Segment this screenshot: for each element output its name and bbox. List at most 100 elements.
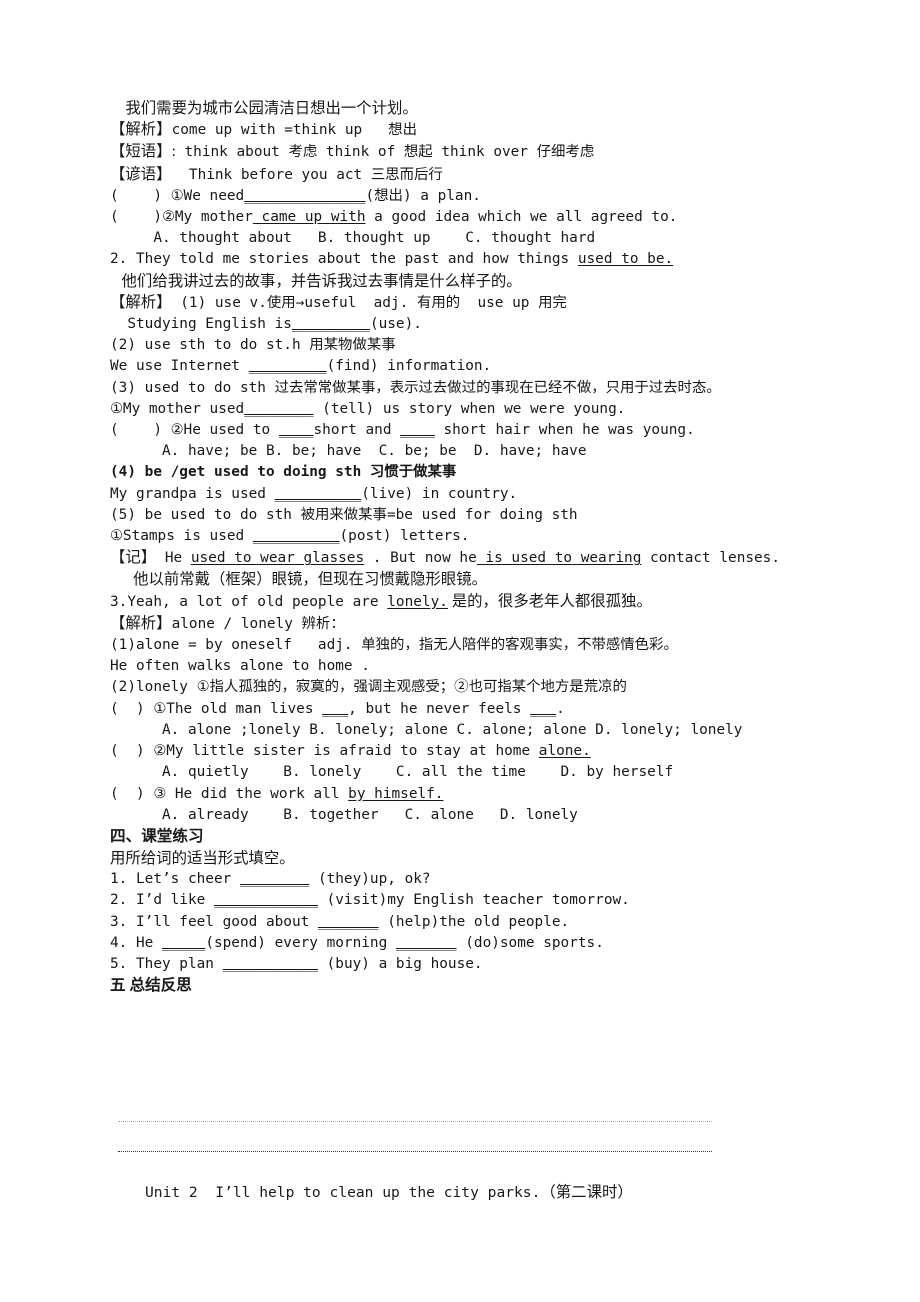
line-chinese-translation: 他以前常戴（框架）眼镜，但现在习惯戴隐形眼镜。 bbox=[110, 571, 488, 589]
line-text: (post) letters. bbox=[339, 528, 470, 545]
text-line: 我们需要为城市公园清洁日想出一个计划。 bbox=[110, 98, 870, 119]
line-text: (find) information. bbox=[326, 358, 492, 375]
line-text: (2) use sth to do st.h 用某物做某事 bbox=[110, 337, 396, 354]
line-text: 5. They plan bbox=[110, 955, 223, 972]
label-ji: 【记】 bbox=[110, 549, 157, 567]
line-text: A. quietly B. lonely C. all the time D. … bbox=[110, 764, 674, 781]
underlined-phrase: came up with bbox=[252, 209, 366, 226]
fill-blank[interactable]: ________ bbox=[240, 871, 309, 887]
exercise-line: ( ) ①We need______________(想出) a plan. bbox=[110, 186, 870, 207]
options-line: A. quietly B. lonely C. all the time D. … bbox=[110, 762, 870, 783]
fill-blank[interactable]: _________ bbox=[249, 358, 327, 374]
line-text: Think before you act 三思而后行 bbox=[171, 166, 443, 183]
line-text: (do)some sports. bbox=[456, 934, 604, 951]
fill-blank[interactable]: ___ bbox=[530, 701, 556, 717]
line-text: He often walks alone to home . bbox=[110, 658, 370, 675]
options-line: A. thought about B. thought up C. though… bbox=[110, 228, 870, 249]
line-text: 4. He bbox=[110, 934, 162, 951]
exercise-line: ①Stamps is used __________(post) letters… bbox=[110, 526, 870, 547]
text-line: 【记】 He used to wear glasses . But now he… bbox=[110, 547, 870, 569]
text-line: (5) be used to do sth 被用来做某事=be used for… bbox=[110, 505, 870, 526]
fill-blank[interactable]: _______ bbox=[396, 935, 457, 951]
exercise-line: 4. He _____(spend) every morning _______… bbox=[110, 933, 870, 954]
line-text: A. alone ;lonely B. lonely; alone C. alo… bbox=[110, 721, 743, 738]
exercise-line: 5. They plan ___________ (buy) a big hou… bbox=[110, 954, 870, 975]
next-lesson-title-cn: （第二课时） bbox=[540, 1184, 633, 1201]
line-text: (1)alone = by oneself adj. 单独的，指无人陪伴的客观事… bbox=[110, 637, 678, 654]
label-jiexi: 【解析】 bbox=[110, 614, 172, 632]
line-text: He bbox=[156, 550, 191, 567]
exercise-line: My grandpa is used __________(live) in c… bbox=[110, 484, 870, 505]
line-text: 2. I’d like bbox=[110, 892, 214, 909]
line-text: ( ) ②He used to bbox=[110, 422, 279, 439]
line-text: (5) be used to do sth 被用来做某事=be used for… bbox=[110, 506, 578, 523]
line-text: (想出) a plan. bbox=[365, 187, 481, 204]
text-line: (2)lonely ①指人孤独的，寂寞的，强调主观感受；②也可指某个地方是荒凉的 bbox=[110, 677, 870, 698]
underlined-phrase: used to wear glasses bbox=[190, 550, 365, 567]
exercise-line: 1. Let’s cheer ________ (they)up, ok? bbox=[110, 869, 870, 890]
line-text: (live) in country. bbox=[361, 485, 518, 502]
line-chinese-instruction: 用所给词的适当形式填空。 bbox=[110, 849, 295, 867]
exercise-line: We use Internet _________(find) informat… bbox=[110, 356, 870, 377]
text-line: (1)alone = by oneself adj. 单独的，指无人陪伴的客观事… bbox=[110, 635, 870, 656]
text-line: (2) use sth to do st.h 用某物做某事 bbox=[110, 335, 870, 356]
fill-blank[interactable]: ____ bbox=[400, 422, 435, 438]
line-text: (buy) a big house. bbox=[317, 955, 483, 972]
text-line: 【解析】alone / lonely 辨析： bbox=[110, 613, 870, 635]
section-heading-5: 五 总结反思 bbox=[110, 975, 870, 997]
fill-blank[interactable]: _________ bbox=[292, 316, 370, 332]
exercise-line: Studying English is_________(use). bbox=[110, 314, 870, 335]
line-text: ( )②My mother bbox=[110, 209, 253, 226]
text-line: 他以前常戴（框架）眼镜，但现在习惯戴隐形眼镜。 bbox=[110, 569, 870, 590]
text-line: He often walks alone to home . bbox=[110, 656, 870, 677]
line-text: ①My mother used bbox=[110, 400, 245, 417]
text-line: 【短语】: think about 考虑 think of 想起 think o… bbox=[110, 141, 870, 163]
line-chinese-translation: 我们需要为城市公园清洁日想出一个计划。 bbox=[110, 100, 418, 117]
line-text: 3.Yeah, a lot of old people are bbox=[110, 593, 388, 610]
exercise-line: 2. I’d like ____________ (visit)my Engli… bbox=[110, 890, 870, 911]
instruction-line: 用所给词的适当形式填空。 bbox=[110, 848, 870, 869]
text-line: (4) be /get used to doing sth 习惯于做某事 bbox=[110, 462, 870, 483]
heading-text: 五 总结反思 bbox=[110, 977, 192, 995]
line-text: (2)lonely ①指人孤独的，寂寞的，强调主观感受；②也可指某个地方是荒凉的 bbox=[110, 679, 627, 696]
fill-blank[interactable]: _____ bbox=[162, 935, 205, 951]
fill-blank[interactable]: ________ bbox=[244, 401, 313, 417]
underlined-phrase: lonely. bbox=[387, 593, 448, 610]
line-text: contact lenses. bbox=[641, 550, 781, 567]
fill-blank[interactable]: ______________ bbox=[244, 188, 365, 204]
exercise-line: ( ) ②He used to ____short and ____ short… bbox=[110, 420, 870, 441]
label-duanyu: 【短语】: bbox=[110, 143, 176, 161]
line-text: (visit)my English teacher tomorrow. bbox=[317, 892, 630, 909]
text-line: (3) used to do sth 过去常常做某事，表示过去做过的事现在已经不… bbox=[110, 378, 870, 399]
line-text: ( ) ③ He did the work all bbox=[110, 785, 349, 802]
exercise-line: 2. They told me stories about the past a… bbox=[110, 249, 870, 270]
text-line: 【解析】 (1) use v.使用→useful adj. 有用的 use up… bbox=[110, 292, 870, 314]
fill-blank[interactable]: _______ bbox=[318, 914, 379, 930]
line-text: alone / lonely 辨析： bbox=[171, 615, 345, 632]
fill-blank[interactable]: __________ bbox=[275, 486, 362, 502]
answer-rules bbox=[118, 1121, 712, 1152]
label-jiexi: 【解析】 bbox=[110, 293, 172, 311]
exercise-line: ( ) ①The old man lives ___, but he never… bbox=[110, 699, 870, 720]
line-text: a good idea which we all agreed to. bbox=[365, 209, 678, 226]
options-line: A. alone ;lonely B. lonely; alone C. alo… bbox=[110, 720, 870, 741]
fill-blank[interactable]: ___________ bbox=[223, 956, 318, 972]
answer-rule-line-2 bbox=[118, 1151, 712, 1152]
line-text: A. thought about B. thought up C. though… bbox=[110, 230, 596, 247]
line-text: (spend) every morning bbox=[205, 934, 396, 951]
line-text: , but he never feels bbox=[348, 700, 531, 717]
fill-blank[interactable]: ____ bbox=[279, 422, 314, 438]
line-text: ( ) ②My little sister is afraid to stay … bbox=[110, 743, 539, 760]
fill-blank[interactable]: ___ bbox=[322, 701, 348, 717]
line-chinese-translation: 是的，很多老年人都很孤独。 bbox=[447, 592, 652, 610]
exercise-line: ( ) ③ He did the work all by himself. bbox=[110, 784, 870, 805]
fill-blank[interactable]: ____________ bbox=[214, 892, 318, 908]
line-text: We use Internet bbox=[110, 358, 249, 375]
line-text: short and bbox=[313, 422, 401, 439]
worksheet-page: 我们需要为城市公园清洁日想出一个计划。 【解析】come up with =th… bbox=[0, 0, 920, 1302]
exercise-line: ①My mother used________ (tell) us story … bbox=[110, 399, 870, 420]
document-body: 我们需要为城市公园清洁日想出一个计划。 【解析】come up with =th… bbox=[110, 98, 870, 997]
line-text: 3. I’ll feel good about bbox=[110, 913, 318, 930]
text-line: 【谚语】 Think before you act 三思而后行 bbox=[110, 164, 870, 186]
fill-blank[interactable]: __________ bbox=[253, 528, 340, 544]
